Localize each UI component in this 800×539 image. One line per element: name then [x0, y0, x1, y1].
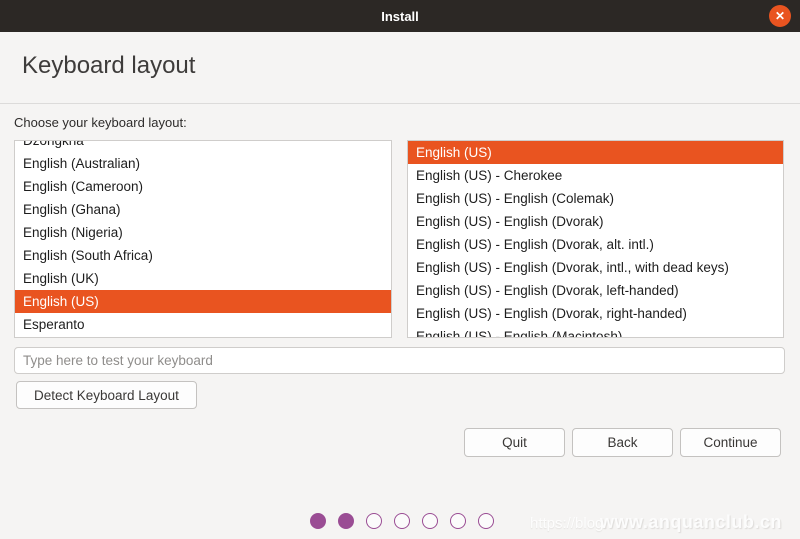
progress-dot — [338, 513, 354, 529]
list-item[interactable]: English (US) - English (Dvorak, left-han… — [408, 279, 783, 302]
list-item[interactable]: English (US) - English (Dvorak) — [408, 210, 783, 233]
back-button[interactable]: Back — [572, 428, 673, 457]
list-item[interactable]: English (US) — [15, 290, 391, 313]
continue-button[interactable]: Continue — [680, 428, 781, 457]
progress-dot — [478, 513, 494, 529]
keyboard-variant-list-inner: English (US)English (US) - CherokeeEngli… — [408, 141, 783, 338]
progress-dot — [310, 513, 326, 529]
keyboard-variant-list[interactable]: English (US)English (US) - CherokeeEngli… — [407, 140, 784, 338]
install-progress-dots — [310, 513, 494, 529]
progress-dot — [394, 513, 410, 529]
list-item[interactable]: Esperanto — [15, 313, 391, 336]
list-item[interactable]: English (UK) — [15, 267, 391, 290]
detect-keyboard-button[interactable]: Detect Keyboard Layout — [16, 381, 197, 409]
list-item[interactable]: English (US) - Cherokee — [408, 164, 783, 187]
keyboard-test-input[interactable] — [14, 347, 785, 374]
instruction-label: Choose your keyboard layout: — [14, 115, 187, 130]
list-item[interactable]: Dzongkha — [15, 140, 391, 152]
progress-dot — [366, 513, 382, 529]
list-item[interactable]: English (US) - English (Colemak) — [408, 187, 783, 210]
list-item[interactable]: English (US) - English (Macintosh) — [408, 325, 783, 338]
list-item[interactable]: English (US) — [408, 141, 783, 164]
watermark-light-text: https://blog. — [530, 515, 608, 532]
nav-buttons: Quit Back Continue — [464, 428, 781, 457]
list-item[interactable]: English (Ghana) — [15, 198, 391, 221]
keyboard-layout-list-inner: DzongkhaEnglish (Australian)English (Cam… — [15, 140, 391, 336]
list-item[interactable]: English (US) - English (Dvorak, alt. int… — [408, 233, 783, 256]
quit-button[interactable]: Quit — [464, 428, 565, 457]
list-item[interactable]: English (Australian) — [15, 152, 391, 175]
list-item[interactable]: English (US) - English (Dvorak, intl., w… — [408, 256, 783, 279]
watermark-bold-text: www.anquanclub.cn — [600, 512, 782, 533]
watermark: https://blog. www.anquanclub.cn — [530, 511, 796, 535]
progress-dot — [422, 513, 438, 529]
keyboard-layout-list[interactable]: DzongkhaEnglish (Australian)English (Cam… — [14, 140, 392, 338]
list-item[interactable]: English (Nigeria) — [15, 221, 391, 244]
list-item[interactable]: English (US) - English (Dvorak, right-ha… — [408, 302, 783, 325]
close-icon: ✕ — [775, 10, 785, 22]
window-title: Install — [381, 9, 419, 24]
close-button[interactable]: ✕ — [769, 5, 791, 27]
progress-dot — [450, 513, 466, 529]
list-item[interactable]: English (Cameroon) — [15, 175, 391, 198]
list-item[interactable]: English (South Africa) — [15, 244, 391, 267]
titlebar: Install ✕ — [0, 0, 800, 32]
header-divider — [0, 103, 800, 104]
page-title: Keyboard layout — [22, 52, 195, 80]
